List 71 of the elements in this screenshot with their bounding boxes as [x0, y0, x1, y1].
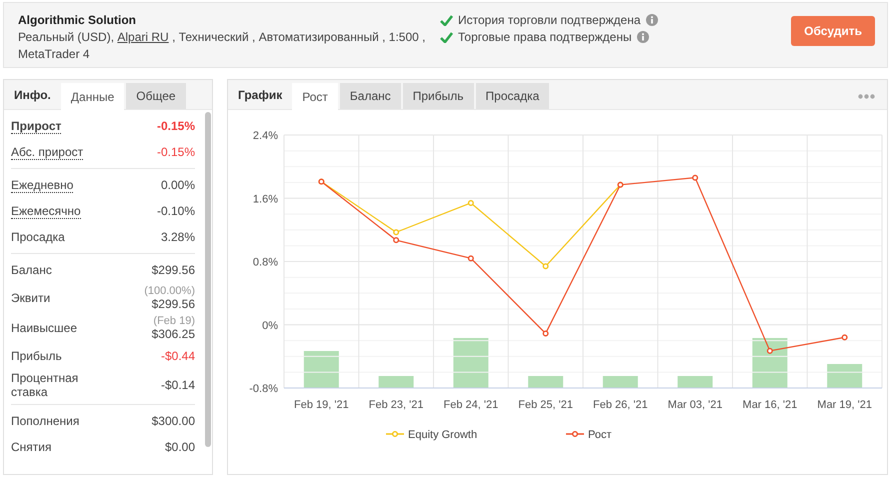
data-point [766, 348, 773, 354]
stat-label: Эквити [11, 291, 52, 305]
tab[interactable]: Рост [292, 83, 338, 110]
account-details: Реальный (USD), Alpari RU , Технический , Автоматизированный , 1:500 , MetaTrader 4 [18, 29, 426, 63]
stat-value: -0.10% [156, 204, 195, 218]
stat-value: $299.56 [152, 297, 195, 311]
info-icon[interactable] [636, 31, 649, 43]
stat-label: Прибыль [11, 349, 63, 363]
panel-title: Инфо. [13, 88, 52, 104]
data-point [542, 263, 549, 270]
legend-marker[interactable] [566, 431, 584, 437]
x-tick-label: Mar 16, '21 [742, 399, 798, 411]
stat-value: $300.00 [152, 414, 195, 428]
x-tick-label: Feb 25, '21 [518, 399, 573, 411]
stat-value: $299.56 [152, 263, 195, 277]
stat-label: Процентная ставка [11, 371, 80, 399]
stat-value: -0.15% [156, 119, 195, 133]
stat-label: Просадка [11, 230, 66, 244]
x-tick-label: Mar 19, '21 [817, 399, 872, 411]
stat-value: -0.15% [156, 145, 195, 159]
data-point [393, 237, 400, 244]
tab[interactable]: Общее [126, 83, 186, 109]
tab[interactable]: Просадка [476, 83, 550, 109]
y-tick-label: 0% [262, 320, 278, 332]
info-icon[interactable] [646, 14, 658, 26]
tab[interactable]: Прибыль [402, 83, 474, 109]
verification-text: История торговли подтверждена [458, 13, 641, 27]
stat-value: 3.28% [160, 230, 195, 244]
stat-value: -$0.14 [160, 378, 195, 392]
data-point [692, 174, 698, 181]
stat-label: Пополнения [11, 414, 80, 428]
checkmark-icon [440, 32, 453, 42]
y-tick-label: 1.6% [252, 193, 278, 206]
data-point [468, 255, 474, 262]
tab[interactable]: Баланс [340, 83, 401, 109]
data-point [842, 334, 848, 340]
stat-label: Снятия [11, 440, 52, 454]
verification-text: Торговые права подтверждены [458, 30, 632, 44]
stat-value: $0.00 [164, 440, 195, 454]
x-tick-label: Mar 03, '21 [668, 399, 722, 411]
stat-label[interactable]: Прирост [11, 118, 62, 134]
y-tick-label: 0.8% [252, 256, 278, 268]
stat-note: (Feb 19) [153, 315, 195, 327]
broker-link[interactable]: Alpari RU [117, 30, 169, 44]
stat-value: -$0.44 [160, 349, 195, 363]
stat-note: (100.00%) [144, 285, 195, 297]
checkmark-icon [440, 14, 453, 26]
data-point [393, 229, 400, 236]
y-tick-label: -0.8% [249, 383, 278, 395]
stat-value: $306.25 [152, 327, 195, 341]
more-icon[interactable] [858, 94, 875, 98]
x-tick-label: Feb 24, '21 [444, 399, 498, 411]
y-tick-label: 2.4% [252, 130, 278, 142]
legend-marker[interactable] [386, 431, 404, 437]
scrollbar[interactable] [205, 112, 211, 447]
stat-value: 0.00% [160, 178, 195, 192]
stat-label: Наивысшее [11, 321, 78, 335]
x-tick-label: Feb 19, '21 [294, 399, 349, 411]
stat-label[interactable]: Ежедневно [11, 178, 74, 192]
x-tick-label: Feb 26, '21 [593, 399, 648, 411]
data-point [542, 330, 549, 336]
data-point [468, 200, 474, 206]
panel-title: График [237, 88, 284, 104]
stat-label[interactable]: Ежемесячно [11, 204, 81, 218]
account-title: Algorithmic Solution [18, 13, 137, 27]
stat-label: Баланс [11, 263, 53, 277]
legend-label[interactable]: Рост [588, 429, 612, 441]
stat-label[interactable]: Абс. прирост [11, 144, 84, 160]
legend-label[interactable]: Equity Growth [408, 429, 478, 441]
x-tick-label: Feb 23, '21 [368, 399, 424, 411]
tab[interactable]: Данные [60, 83, 124, 110]
